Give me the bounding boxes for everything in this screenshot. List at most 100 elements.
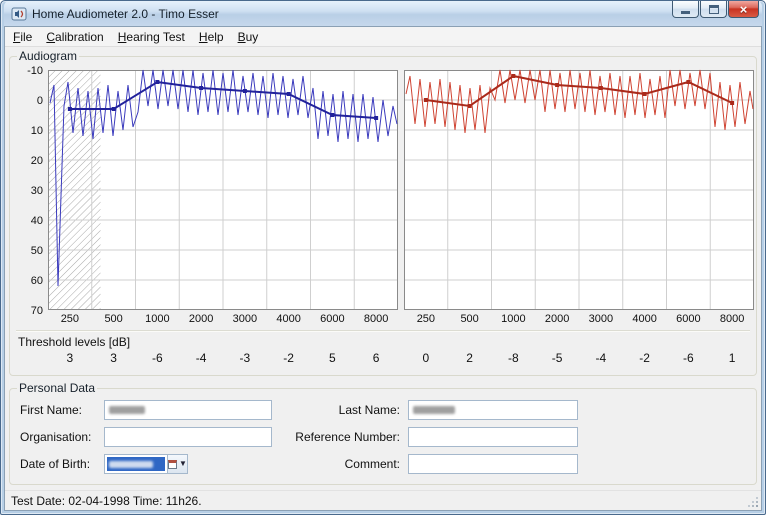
status-text: Test Date: 02-04-1998 Time: 11h26. <box>11 494 202 508</box>
redacted-date-value <box>109 461 153 468</box>
titlebar[interactable]: Home Audiometer 2.0 - Timo Esser × <box>4 1 762 26</box>
threshold-value: -5 <box>535 351 579 365</box>
x-tick-label: 250 <box>61 313 79 325</box>
menu-buy[interactable]: Buy <box>231 27 266 46</box>
x-tick-label: 500 <box>460 313 478 325</box>
right-ear-audiogram-chart: 250500100020003000400060008000 <box>402 64 754 328</box>
threshold-marker <box>199 86 203 90</box>
date-of-birth-label: Date of Birth: <box>20 457 96 471</box>
threshold-value: -2 <box>623 351 667 365</box>
x-tick-label: 4000 <box>632 313 656 325</box>
app-window: Home Audiometer 2.0 - Timo Esser × File … <box>0 0 766 515</box>
threshold-marker <box>424 98 428 102</box>
minimize-button[interactable] <box>672 1 699 18</box>
x-tick-label: 8000 <box>364 313 388 325</box>
audiogram-group-label: Audiogram <box>17 49 79 63</box>
close-icon: × <box>740 3 748 16</box>
y-tick-label: 0 <box>37 95 43 107</box>
app-icon <box>11 6 27 22</box>
audiogram-group: Audiogram 250500100020003000400060008000… <box>9 49 757 376</box>
threshold-value: -2 <box>267 351 311 365</box>
chevron-down-icon: ▼ <box>179 460 187 468</box>
calendar-icon <box>168 460 177 469</box>
threshold-marker <box>68 107 72 111</box>
x-tick-label: 2000 <box>189 313 213 325</box>
date-of-birth-picker[interactable]: ▼ <box>104 454 188 474</box>
x-tick-label: 6000 <box>320 313 344 325</box>
y-tick-label: 60 <box>31 275 43 287</box>
y-tick-label: -10 <box>27 65 43 77</box>
x-tick-label: 250 <box>417 313 435 325</box>
maximize-icon <box>709 5 719 14</box>
threshold-value: 6 <box>354 351 398 365</box>
organisation-label: Organisation: <box>20 430 96 444</box>
threshold-marker <box>374 116 378 120</box>
y-tick-label: 50 <box>31 245 43 257</box>
content-area: Audiogram 250500100020003000400060008000… <box>5 47 761 490</box>
x-tick-label: 3000 <box>589 313 613 325</box>
y-tick-label: 10 <box>31 125 43 137</box>
threshold-marker <box>643 92 647 96</box>
menu-help[interactable]: Help <box>192 27 231 46</box>
charts-row: 250 500 1000 2000 3000 4000 6000 8000 -10 0 10 20 30… <box>12 64 754 328</box>
threshold-value: 1 <box>710 351 754 365</box>
menu-calibration[interactable]: Calibration <box>39 27 110 46</box>
threshold-marker <box>112 107 116 111</box>
threshold-levels-label: Threshold levels [dB] <box>12 334 754 351</box>
comment-label: Comment: <box>280 457 400 471</box>
personal-data-group-label: Personal Data <box>17 381 97 395</box>
statusbar: Test Date: 02-04-1998 Time: 11h26. <box>5 490 761 510</box>
threshold-marker <box>287 92 291 96</box>
personal-data-group: Personal Data First Name: Last Name: Org… <box>9 381 757 485</box>
comment-input[interactable] <box>408 454 578 474</box>
threshold-value: 5 <box>311 351 355 365</box>
threshold-value: 3 <box>92 351 136 365</box>
threshold-value: 0 <box>404 351 448 365</box>
threshold-value: 3 <box>48 351 92 365</box>
threshold-marker <box>686 80 690 84</box>
threshold-marker <box>555 83 559 87</box>
x-tick-label: 500 <box>104 313 122 325</box>
reference-number-input[interactable] <box>408 427 578 447</box>
threshold-marker <box>330 113 334 117</box>
threshold-marker <box>155 80 159 84</box>
last-name-input[interactable] <box>408 400 578 420</box>
threshold-marker <box>599 86 603 90</box>
menubar: File Calibration Hearing Test Help Buy <box>5 27 761 47</box>
date-of-birth-dropdown-button[interactable]: ▼ <box>167 455 187 473</box>
window-title: Home Audiometer 2.0 - Timo Esser <box>32 7 667 21</box>
x-tick-label: 4000 <box>276 313 300 325</box>
menu-file[interactable]: File <box>6 27 39 46</box>
divider <box>16 330 750 332</box>
threshold-value: -8 <box>492 351 536 365</box>
threshold-marker <box>468 104 472 108</box>
threshold-values-right-ear: 02-8-5-4-2-61 <box>402 351 754 365</box>
redacted-last-name-value <box>413 406 455 414</box>
organisation-input[interactable] <box>104 427 272 447</box>
window-client-area: File Calibration Hearing Test Help Buy A… <box>4 26 762 511</box>
y-tick-label: 20 <box>31 155 43 167</box>
maximize-button[interactable] <box>700 1 727 18</box>
last-name-label: Last Name: <box>280 403 400 417</box>
first-name-input[interactable] <box>104 400 272 420</box>
threshold-marker <box>730 101 734 105</box>
first-name-label: First Name: <box>20 403 96 417</box>
y-tick-label: 40 <box>31 215 43 227</box>
close-button[interactable]: × <box>728 1 759 18</box>
threshold-value: -4 <box>579 351 623 365</box>
threshold-value: -4 <box>179 351 223 365</box>
x-tick-label: 1000 <box>501 313 525 325</box>
x-tick-label: 1000 <box>145 313 169 325</box>
left-ear-audiogram-chart: 250500100020003000400060008000-100102030… <box>12 64 398 328</box>
x-tick-label: 3000 <box>233 313 257 325</box>
resize-grip[interactable] <box>756 505 758 507</box>
threshold-value: -6 <box>667 351 711 365</box>
menu-hearing-test[interactable]: Hearing Test <box>111 27 192 46</box>
threshold-values-row: 33-6-4-3-256 02-8-5-4-2-61 <box>12 351 754 365</box>
threshold-marker <box>243 89 247 93</box>
personal-data-form: First Name: Last Name: Organisation: Ref… <box>12 396 754 474</box>
threshold-value: -6 <box>136 351 180 365</box>
minimize-icon <box>681 11 690 14</box>
threshold-values-left-ear: 33-6-4-3-256 <box>12 351 398 365</box>
x-tick-label: 6000 <box>676 313 700 325</box>
